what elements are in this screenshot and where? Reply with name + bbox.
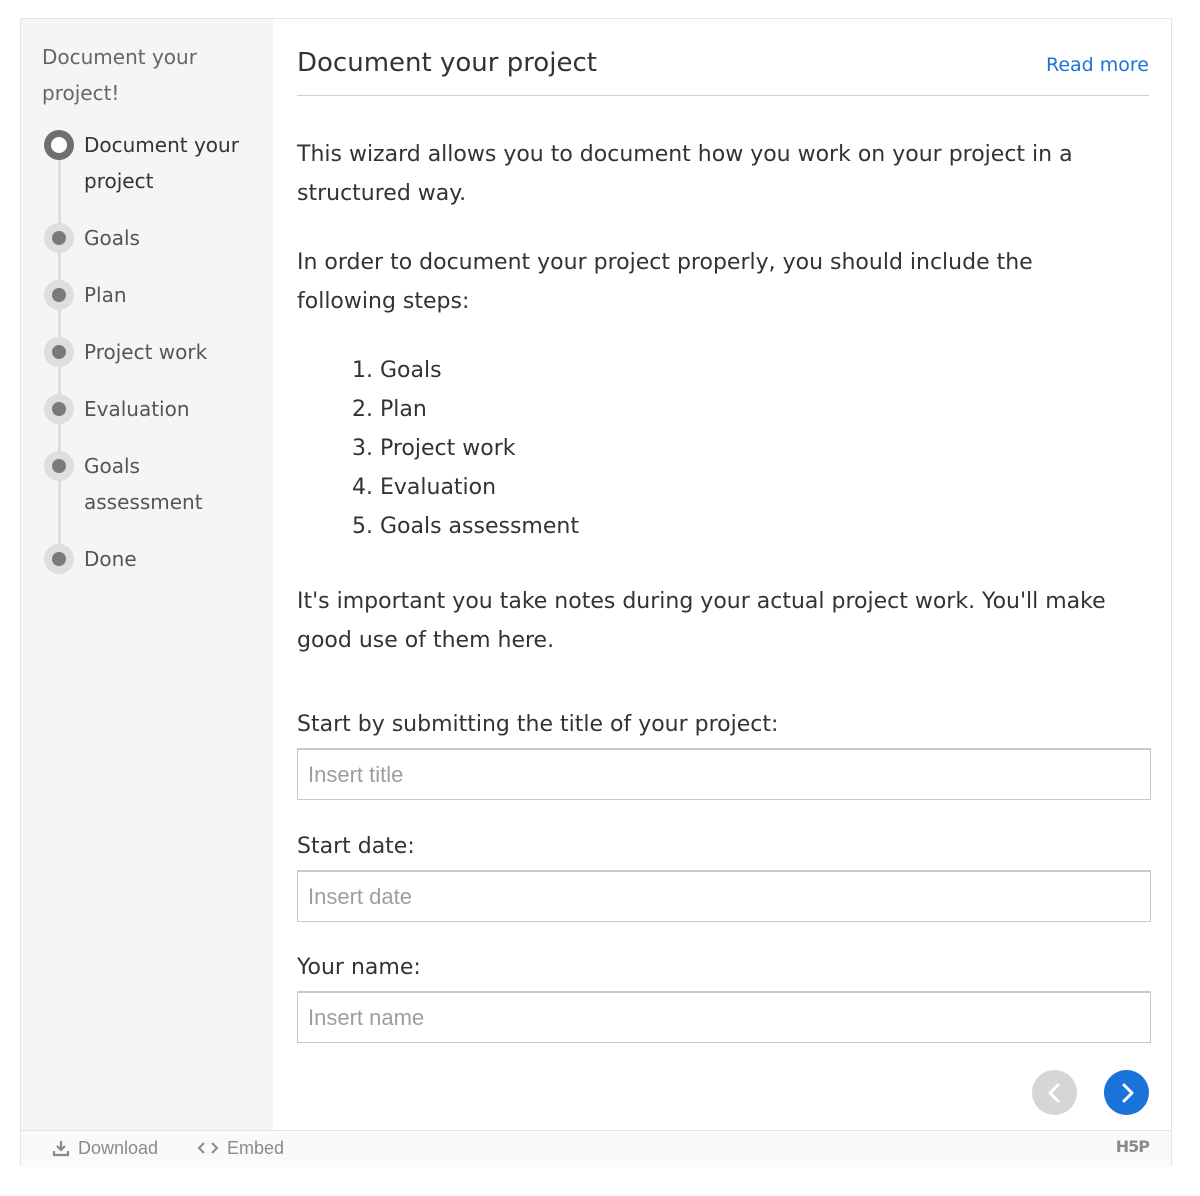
chevron-left-icon (1048, 1083, 1059, 1102)
step-indicator-icon (44, 337, 74, 367)
list-item: 3. Project work (352, 436, 516, 461)
title-field-label: Start by submitting the title of your pr… (297, 712, 779, 737)
step-list: Document your project Goals Plan Project… (21, 127, 273, 577)
list-item: 5. Goals assessment (352, 514, 579, 539)
step-goals-assessment[interactable]: Goals assessment (21, 448, 273, 520)
step-plan[interactable]: Plan (21, 277, 273, 313)
date-field-label: Start date: (297, 834, 415, 859)
step-label: Plan (84, 283, 127, 307)
read-more-link[interactable]: Read more (1046, 51, 1149, 79)
step-project-work[interactable]: Project work (21, 334, 273, 370)
step-label: Document your project (84, 133, 239, 193)
notes-paragraph: It's important you take notes during you… (297, 589, 1106, 653)
date-input[interactable] (297, 870, 1151, 922)
page-title: Document your project (297, 48, 597, 78)
next-step-button[interactable] (1104, 1070, 1149, 1115)
step-document-your-project[interactable]: Document your project (21, 127, 273, 199)
page-header: Document your project Read more (297, 19, 1149, 96)
steps-intro-paragraph: In order to document your project proper… (297, 250, 1033, 314)
sidebar-title: Document your project! (42, 45, 197, 105)
step-label: Project work (84, 340, 208, 364)
download-icon (52, 1141, 70, 1157)
previous-step-button[interactable] (1032, 1070, 1077, 1115)
step-label: Goals assessment (84, 454, 203, 514)
embed-button[interactable]: Embed (197, 1131, 284, 1165)
step-label: Goals (84, 226, 140, 250)
step-indicator-icon (44, 451, 74, 481)
intro-paragraph: This wizard allows you to document how y… (297, 142, 1073, 206)
step-indicator-icon (44, 223, 74, 253)
step-indicator-icon (44, 394, 74, 424)
list-item: 1. Goals (352, 358, 442, 383)
name-field-label: Your name: (297, 955, 421, 980)
current-step-indicator-icon (44, 130, 74, 160)
download-label: Download (78, 1138, 159, 1158)
step-indicator-icon (44, 544, 74, 574)
step-goals[interactable]: Goals (21, 220, 273, 256)
step-label: Done (84, 547, 137, 571)
steps-ordered-list: 1. Goals 2. Plan 3. Project work 4. Eval… (352, 351, 579, 546)
list-item: 4. Evaluation (352, 475, 497, 500)
title-input[interactable] (297, 748, 1151, 800)
chevron-right-icon (1122, 1083, 1133, 1102)
h5p-footer: Download Embed H5P (21, 1130, 1171, 1167)
embed-label: Embed (227, 1138, 285, 1158)
list-item: 2. Plan (352, 397, 427, 422)
sidebar: Document your project! Document your pro… (21, 19, 273, 1130)
step-label: Evaluation (84, 397, 190, 421)
name-input[interactable] (297, 991, 1151, 1043)
download-button[interactable]: Download (52, 1131, 158, 1165)
step-indicator-icon (44, 280, 74, 310)
step-evaluation[interactable]: Evaluation (21, 391, 273, 427)
h5p-container: Document your project! Document your pro… (20, 18, 1172, 1167)
step-done[interactable]: Done (21, 541, 273, 577)
h5p-logo[interactable]: H5P (1116, 1137, 1150, 1156)
code-icon (197, 1142, 219, 1154)
